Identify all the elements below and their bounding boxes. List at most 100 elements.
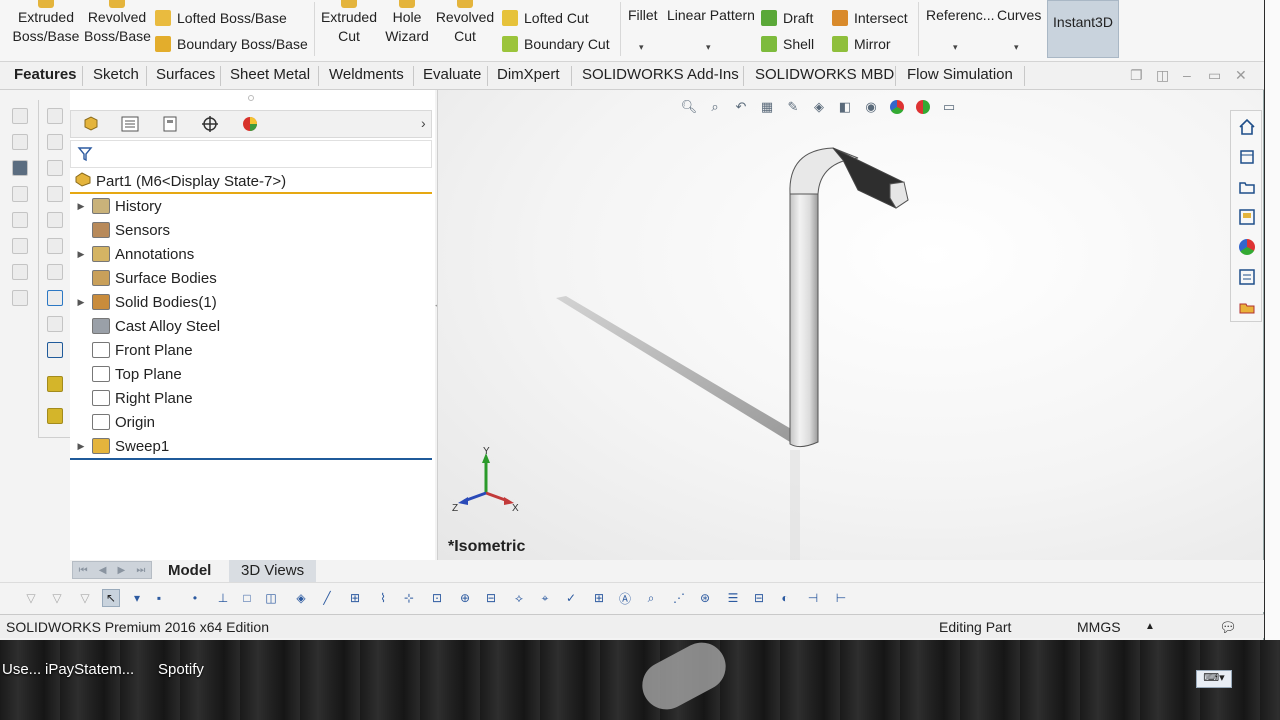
tab-evaluate[interactable]: Evaluate (423, 66, 481, 83)
model-view[interactable] (438, 90, 1264, 560)
pan-view-icon[interactable] (47, 238, 63, 254)
rollback-bar[interactable] (70, 458, 432, 460)
hole-callout-icon[interactable]: ⊛ (696, 589, 714, 607)
first-tab-icon[interactable]: ⏮ (79, 565, 88, 576)
expand-arrow-icon[interactable]: ▶ (70, 249, 92, 260)
minimize-icon[interactable]: – (1183, 67, 1191, 83)
tab-flow-simulation[interactable]: Flow Simulation (907, 66, 1013, 83)
restore-down-icon[interactable]: ❐ (1130, 67, 1143, 84)
balloon-icon[interactable] (12, 238, 28, 254)
filter-icon[interactable]: ▽ (22, 589, 40, 607)
maximize-icon[interactable]: ▭ (1208, 67, 1221, 84)
chevron-right-icon[interactable]: › (421, 115, 426, 131)
tree-root-part[interactable]: Part1 (M6<Display State-7>) (70, 170, 432, 194)
datum-icon[interactable]: ⊟ (482, 589, 500, 607)
tab-features[interactable]: Features (14, 66, 77, 83)
desktop-item-ipaystatement[interactable]: iPayStatem... (45, 661, 134, 678)
keyboard-icon[interactable]: ⌨▾ (1196, 670, 1232, 688)
filter-edges-icon[interactable]: ▽ (76, 589, 94, 607)
dimension-icon[interactable]: ⊞ (346, 589, 364, 607)
linear-pattern-button[interactable]: Linear Pattern (667, 7, 755, 23)
assembly-icon[interactable] (47, 408, 63, 424)
tab-solidworks-mbd[interactable]: SOLIDWORKS MBD (755, 66, 894, 83)
reference-geometry-button[interactable]: Referenc... (926, 7, 994, 23)
expand-arrow-icon[interactable]: ▶ (70, 441, 92, 452)
curves-dropdown-icon[interactable]: ▾ (1014, 42, 1019, 53)
pin-icon[interactable]: ⊣ (804, 589, 822, 607)
desktop-item-spotify[interactable]: Spotify (158, 661, 204, 678)
tab-surfaces[interactable]: Surfaces (156, 66, 215, 83)
tab-weldments[interactable]: Weldments (329, 66, 404, 83)
point-icon[interactable]: • (186, 589, 204, 607)
solidworks-forum-icon[interactable] (1237, 297, 1257, 317)
tree-item[interactable]: Top Plane (70, 362, 432, 386)
text-tool-icon[interactable] (12, 108, 28, 124)
custom-properties-icon[interactable] (1237, 267, 1257, 287)
surface-finish-icon[interactable]: ✓ (562, 589, 580, 607)
file-explorer-icon[interactable] (1237, 177, 1257, 197)
reference-dropdown-icon[interactable]: ▾ (953, 42, 958, 53)
snap-icon[interactable]: ⊢ (832, 589, 850, 607)
surface-body-icon[interactable]: ◈ (292, 589, 310, 607)
tree-item[interactable]: ▶ Solid Bodies(1) (70, 290, 432, 314)
face-icon[interactable]: ◫ (262, 589, 280, 607)
rotate-view-icon[interactable] (47, 212, 63, 228)
stacked-balloon-icon[interactable]: ⋰ (670, 589, 688, 607)
note-icon[interactable]: Ⓐ (616, 589, 634, 607)
mate-icon[interactable]: ▪ (150, 589, 168, 607)
part-icon[interactable] (47, 376, 63, 392)
surface-finish-icon[interactable] (12, 264, 28, 280)
tree-item[interactable]: Surface Bodies (70, 266, 432, 290)
sketch-point-icon[interactable]: ⊹ (400, 589, 418, 607)
geometric-tolerance-icon[interactable]: ⌖ (536, 589, 554, 607)
balloon-icon[interactable]: ⌕ (642, 589, 660, 607)
cosmetic-thread-icon[interactable]: ☰ (724, 589, 742, 607)
plane-icon[interactable]: □ (238, 589, 256, 607)
expand-arrow-icon[interactable]: ▶ (70, 201, 92, 212)
next-tab-icon[interactable]: ▶ (118, 565, 126, 576)
dimxpert-manager-icon[interactable] (198, 114, 222, 134)
boundary-boss-button[interactable]: Boundary Boss/Base (155, 36, 308, 52)
draft-button[interactable]: Draft (761, 10, 813, 26)
fillet-dropdown-icon[interactable]: ▾ (639, 42, 644, 53)
solidworks-resources-icon[interactable] (1237, 117, 1257, 137)
lofted-boss-button[interactable]: Lofted Boss/Base (155, 10, 287, 26)
revolved-boss-button[interactable]: Revolved Boss/Base (84, 0, 151, 46)
datum-target-icon[interactable]: ⟡ (510, 589, 528, 607)
desktop-item-use[interactable]: Use... (2, 661, 41, 678)
tab-solidworks-add-ins[interactable]: SOLIDWORKS Add-Ins (582, 66, 739, 83)
extruded-boss-button[interactable]: Extruded Boss/Base (10, 0, 82, 46)
section-view-icon[interactable] (47, 134, 63, 150)
weld-symbol-icon[interactable] (12, 290, 28, 306)
mirror-button[interactable]: Mirror (832, 36, 891, 52)
curve-icon[interactable]: ⌇ (374, 589, 392, 607)
tree-item[interactable]: Front Plane (70, 338, 432, 362)
tile-icon[interactable]: ◫ (1156, 67, 1169, 84)
tree-filter-bar[interactable] (70, 140, 432, 168)
tree-item[interactable]: Right Plane (70, 386, 432, 410)
zoom-fit-icon[interactable] (47, 160, 63, 176)
configuration-manager-icon[interactable] (158, 114, 182, 134)
axis-icon[interactable]: ⊥ (214, 589, 232, 607)
intersect-button[interactable]: Intersect (832, 10, 908, 26)
tab-sketch[interactable]: Sketch (93, 66, 139, 83)
arc-tool-icon[interactable] (47, 290, 63, 306)
appearances-scenes-icon[interactable] (1237, 237, 1257, 257)
revolved-cut-button[interactable]: Revolved Cut (435, 0, 495, 46)
shell-button[interactable]: Shell (761, 36, 814, 52)
tab-3d-views[interactable]: 3D Views (229, 560, 317, 582)
hole-wizard-button[interactable]: Hole Wizard (382, 0, 432, 46)
last-tab-icon[interactable]: ⏭ (136, 565, 145, 576)
linear-pattern-dropdown-icon[interactable]: ▾ (706, 42, 711, 53)
curve-tool-icon[interactable] (47, 264, 63, 280)
tree-item[interactable]: ▶ History (70, 194, 432, 218)
tree-item[interactable]: Origin (70, 410, 432, 434)
property-manager-icon[interactable] (118, 114, 142, 134)
curves-button[interactable]: Curves (997, 7, 1041, 23)
close-icon[interactable]: ✕ (1235, 67, 1247, 84)
extruded-cut-button[interactable]: Extruded Cut (318, 0, 380, 46)
design-library-icon[interactable] (1237, 147, 1257, 167)
boundary-cut-button[interactable]: Boundary Cut (502, 36, 610, 52)
fillet-button[interactable]: Fillet (628, 7, 658, 23)
line-icon[interactable]: ╱ (318, 589, 336, 607)
